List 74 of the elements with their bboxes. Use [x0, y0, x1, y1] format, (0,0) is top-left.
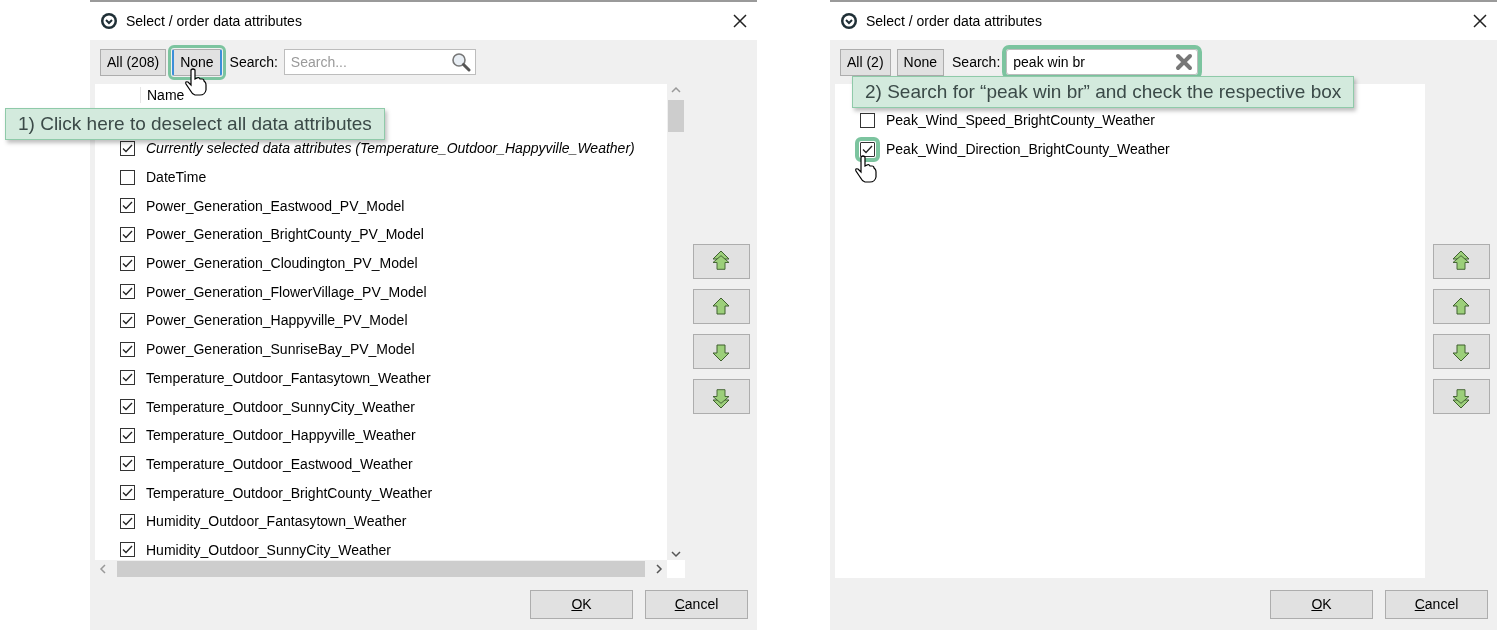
close-icon[interactable]: [1473, 14, 1487, 28]
instruction-callout: 2) Search for “peak win br” and check the respective box: [852, 76, 1355, 108]
close-icon[interactable]: [733, 14, 747, 28]
attribute-label: Humidity_Outdoor_Fantasytown_Weather: [146, 513, 407, 530]
scroll-thumb[interactable]: [668, 100, 684, 132]
checkbox[interactable]: [120, 169, 135, 185]
checkbox[interactable]: [120, 226, 135, 242]
move-top-button[interactable]: [1432, 244, 1490, 279]
attribute-label: Humidity_Outdoor_SunnyCity_Weather: [146, 541, 391, 558]
attribute-label: Power_Generation_SunriseBay_PV_Model: [146, 341, 415, 358]
move-bottom-button[interactable]: [1432, 379, 1490, 414]
attribute-label: Power_Generation_Cloudington_PV_Model: [146, 255, 418, 272]
double-up-arrow-icon: [1450, 250, 1472, 273]
checkbox[interactable]: [120, 456, 135, 472]
scroll-thumb[interactable]: [117, 561, 645, 577]
checkbox[interactable]: [120, 485, 135, 501]
attribute-label: Peak_Wind_Direction_BrightCounty_Weather: [886, 141, 1170, 158]
attribute-label: Power_Generation_FlowerVillage_PV_Model: [146, 283, 427, 300]
instruction-callout: 1) Click here to deselect all data attributes: [5, 108, 385, 140]
attribute-label: Temperature_Outdoor_BrightCounty_Weather: [146, 484, 433, 501]
attribute-label: Peak_Wind_Speed_BrightCounty_Weather: [886, 112, 1156, 129]
search-icon[interactable]: [450, 52, 471, 72]
move-down-button[interactable]: [1432, 334, 1490, 369]
attribute-label: Power_Generation_BrightCounty_PV_Model: [146, 226, 424, 243]
ok-button[interactable]: OK: [530, 589, 633, 619]
attribute-label: DateTime: [146, 169, 207, 186]
cancel-button[interactable]: Cancel: [645, 589, 748, 619]
checkbox[interactable]: [120, 284, 135, 300]
search-input[interactable]: Search...: [288, 53, 447, 71]
none-button[interactable]: None: [896, 48, 945, 76]
attribute-label: Temperature_Outdoor_Happyville_Weather: [146, 427, 416, 444]
checkbox[interactable]: [120, 312, 135, 328]
checkbox[interactable]: [120, 341, 135, 357]
hand-cursor-icon: [855, 154, 877, 183]
move-up-button[interactable]: [1432, 289, 1490, 324]
all-button[interactable]: All (208): [100, 48, 167, 76]
move-bottom-button[interactable]: [692, 379, 750, 414]
all-button[interactable]: All (2): [840, 48, 891, 76]
move-up-button[interactable]: [692, 289, 750, 324]
scroll-down-icon[interactable]: [671, 550, 681, 558]
double-up-arrow-icon: [710, 250, 732, 273]
checkbox[interactable]: [120, 542, 135, 558]
column-header: Name: [140, 87, 185, 103]
up-arrow-icon: [710, 295, 732, 318]
search-field[interactable]: Search...: [283, 49, 476, 75]
checkbox[interactable]: [120, 140, 135, 156]
attribute-label: Temperature_Outdoor_Eastwood_Weather: [146, 455, 413, 472]
up-arrow-icon: [1450, 295, 1472, 318]
horizontal-scrollbar[interactable]: [95, 560, 667, 578]
attribute-label: Power_Generation_Happyville_PV_Model: [146, 312, 408, 329]
search-label: Search:: [952, 54, 1001, 70]
cancel-button[interactable]: Cancel: [1385, 589, 1488, 619]
checkbox[interactable]: [120, 513, 135, 529]
attribute-label: Temperature_Outdoor_Fantasytown_Weather: [146, 369, 431, 386]
app-logo-icon: [100, 12, 118, 30]
app-logo-icon: [840, 12, 858, 30]
checkbox[interactable]: [120, 427, 135, 443]
attribute-label: Temperature_Outdoor_SunnyCity_Weather: [146, 398, 415, 415]
checkbox[interactable]: [120, 370, 135, 386]
attribute-label: Currently selected data attributes (Temperature_Outdoor_Happyville_Weather): [146, 140, 635, 157]
move-down-button[interactable]: [692, 334, 750, 369]
clear-icon[interactable]: [1175, 53, 1194, 71]
move-top-button[interactable]: [692, 244, 750, 279]
checkbox[interactable]: [120, 399, 135, 415]
attribute-label: Power_Generation_Eastwood_PV_Model: [146, 197, 405, 214]
checkbox[interactable]: [120, 198, 135, 214]
checkbox[interactable]: [120, 255, 135, 271]
window-title: Select / order data attributes: [866, 13, 1043, 29]
checkbox[interactable]: [860, 112, 875, 128]
window-title: Select / order data attributes: [126, 13, 303, 29]
search-input[interactable]: peak win br: [1011, 53, 1172, 71]
ok-button[interactable]: OK: [1270, 589, 1373, 619]
search-label: Search:: [229, 54, 278, 70]
scroll-right-icon[interactable]: [655, 564, 663, 574]
